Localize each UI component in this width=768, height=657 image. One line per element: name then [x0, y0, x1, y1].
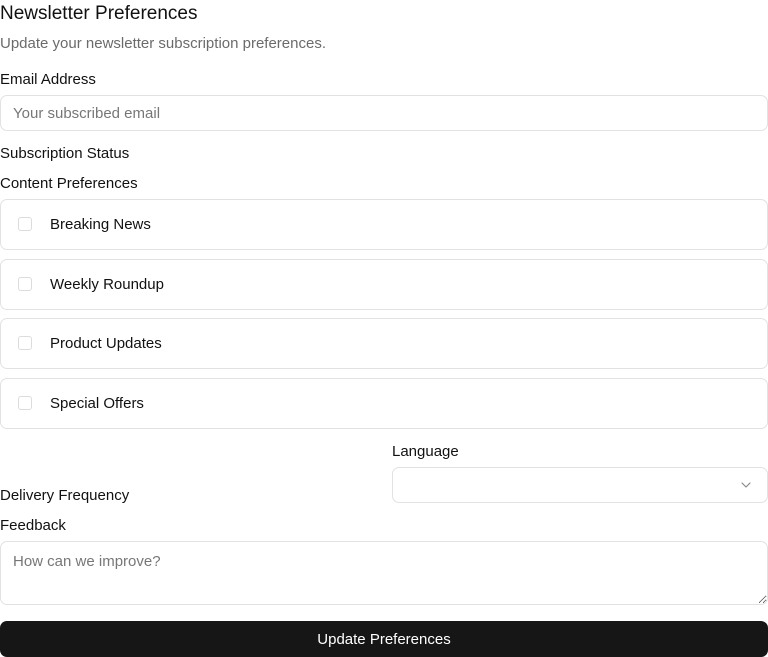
- option-special-offers[interactable]: Special Offers: [0, 378, 768, 429]
- feedback-textarea[interactable]: [0, 541, 768, 605]
- feedback-label: Feedback: [0, 517, 66, 534]
- content-preferences-label: Content Preferences: [0, 175, 138, 192]
- option-breaking-news[interactable]: Breaking News: [0, 199, 768, 250]
- email-label: Email Address: [0, 71, 96, 88]
- page-title: Newsletter Preferences: [0, 3, 198, 24]
- checkbox[interactable]: [18, 277, 32, 291]
- checkbox[interactable]: [18, 336, 32, 350]
- page-subtitle: Update your newsletter subscription pref…: [0, 35, 327, 52]
- option-label: Special Offers: [50, 395, 144, 412]
- chevron-down-icon: [741, 482, 751, 488]
- option-product-updates[interactable]: Product Updates: [0, 318, 768, 369]
- option-label: Weekly Roundup: [50, 276, 164, 293]
- language-label: Language: [392, 443, 459, 460]
- subscription-status-label: Subscription Status: [0, 145, 130, 162]
- option-label: Product Updates: [50, 335, 162, 352]
- checkbox[interactable]: [18, 396, 32, 410]
- checkbox[interactable]: [18, 217, 32, 231]
- language-select[interactable]: [392, 467, 768, 503]
- delivery-frequency-label: Delivery Frequency: [0, 487, 130, 504]
- email-input[interactable]: [0, 95, 768, 131]
- update-preferences-button[interactable]: Update Preferences: [0, 621, 768, 657]
- option-label: Breaking News: [50, 216, 151, 233]
- option-weekly-roundup[interactable]: Weekly Roundup: [0, 259, 768, 310]
- newsletter-preferences-form: Newsletter Preferences Update your newsl…: [0, 0, 768, 657]
